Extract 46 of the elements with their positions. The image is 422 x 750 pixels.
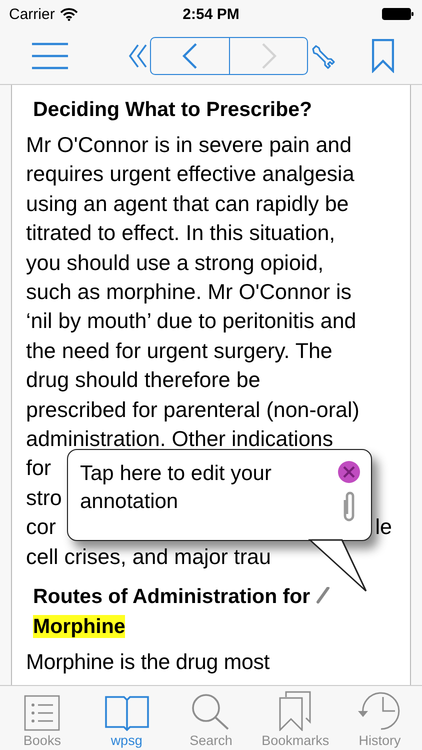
text-line: le <box>375 514 392 542</box>
list-icon <box>24 695 60 731</box>
text-line: for <box>26 455 52 482</box>
text-line: such as morphine. Mr O'Connor is <box>26 279 352 306</box>
bookmarks-icon <box>278 691 312 731</box>
bookmark-icon[interactable] <box>372 39 394 73</box>
callout-tail <box>308 539 368 593</box>
carrier-name: Carrier <box>9 6 55 22</box>
text-line: you should use a strong opioid, <box>26 250 324 277</box>
tab-item[interactable]: Books <box>0 686 84 750</box>
chevron-left-icon <box>182 43 198 69</box>
book-icon <box>104 695 149 731</box>
menu-icon[interactable] <box>32 42 68 70</box>
body-paragraph: Morphine is the drug most <box>26 649 271 676</box>
close-icon[interactable] <box>337 460 361 484</box>
status-time: 2:54 PM <box>182 6 240 22</box>
annotation-text[interactable]: Tap here to edit your annotation <box>80 460 320 540</box>
tab-label: Books <box>23 733 61 748</box>
tab-label: History <box>358 733 401 748</box>
section-heading: Deciding What to Prescribe? <box>32 97 314 123</box>
wrench-icon[interactable] <box>310 43 336 69</box>
tab-label: wpsg <box>110 733 142 748</box>
text-line: cor <box>26 514 56 542</box>
tab-label: Bookmarks <box>262 733 330 748</box>
text-line: ‘nil by mouth’ due to peritonitis and <box>26 308 356 336</box>
search-icon <box>190 693 231 731</box>
tab-item[interactable]: wpsg <box>84 686 169 750</box>
battery-icon <box>382 8 414 20</box>
text-line: using an agent that can rapidly be <box>26 190 349 218</box>
text-line: prescribed for parenteral (non-oral) <box>26 396 360 424</box>
text-line: titrated to effect. In this situation, <box>26 220 336 248</box>
text-line: drug should therefore be <box>26 367 260 394</box>
text-line: requires urgent effective analgesia <box>26 161 354 188</box>
section-heading: Routes of Administration for Morphine <box>26 582 400 642</box>
double-chevron-icon[interactable] <box>128 43 148 69</box>
wifi-icon <box>60 8 78 20</box>
tab-item[interactable]: Search <box>168 686 253 750</box>
tab-item[interactable]: History <box>338 686 422 750</box>
chevron-right-icon <box>260 43 276 69</box>
text-line: Mr O'Connor is in severe pain and <box>26 132 352 159</box>
tab-item[interactable]: Bookmarks <box>253 686 338 750</box>
text-line: the need for urgent surgery. The <box>26 338 332 365</box>
text-line: cell crises, and major trau <box>26 544 271 571</box>
pencil-icon[interactable] <box>316 587 330 606</box>
tab-label: Search <box>190 733 232 748</box>
text-line: stro <box>26 484 62 512</box>
